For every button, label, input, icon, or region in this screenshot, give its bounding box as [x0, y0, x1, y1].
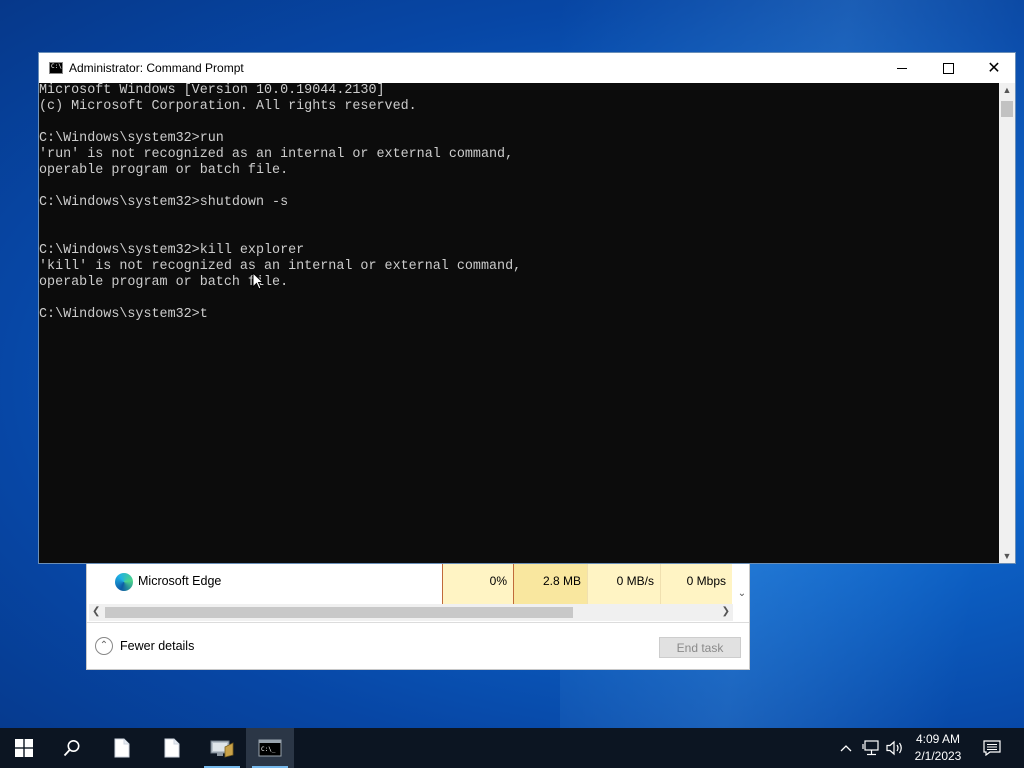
window-titlebar[interactable]: Administrator: Command Prompt ✕	[39, 53, 1015, 83]
close-button[interactable]: ✕	[971, 53, 1017, 83]
process-network: 0 Mbps	[660, 564, 732, 604]
process-memory: 2.8 MB	[514, 564, 587, 604]
command-prompt-icon: C:\_	[258, 739, 282, 757]
console-line: 'run' is not recognized as an internal o…	[39, 147, 514, 162]
process-cpu: 0%	[442, 564, 514, 604]
start-button[interactable]	[0, 728, 48, 768]
fewer-details-link[interactable]: Fewer details	[120, 639, 194, 653]
process-row-edge[interactable]: Microsoft Edge 0% 2.8 MB 0 MB/s 0 Mbps	[87, 564, 735, 604]
search-button[interactable]	[48, 728, 96, 768]
horizontal-scroll-thumb[interactable]	[105, 607, 573, 618]
console-line: 'kill' is not recognized as an internal …	[39, 259, 522, 274]
scroll-left-arrow-icon[interactable]: ❮	[92, 606, 100, 617]
taskbar-server-manager[interactable]	[198, 728, 246, 768]
scroll-down-arrow-icon[interactable]: ⌄	[735, 588, 749, 602]
file-icon	[164, 738, 180, 758]
mouse-cursor-icon	[252, 272, 264, 290]
window-title: Administrator: Command Prompt	[69, 61, 244, 75]
vertical-scrollbar[interactable]: ▲ ▼	[999, 83, 1015, 563]
search-icon	[63, 740, 80, 757]
clock-date: 2/1/2023	[914, 749, 962, 763]
taskbar-file-2[interactable]	[148, 728, 196, 768]
show-hidden-icons-button[interactable]	[836, 728, 856, 768]
console-line: C:\Windows\system32>shutdown -s	[39, 195, 289, 210]
scroll-down-arrow-icon[interactable]: ▼	[999, 551, 1015, 561]
close-icon: ✕	[987, 58, 1001, 77]
file-icon	[114, 738, 130, 758]
chevron-up-icon	[840, 745, 852, 752]
chevron-up-circle-icon[interactable]: ⌃	[95, 637, 113, 655]
minimize-icon	[897, 67, 907, 69]
maximize-icon	[942, 62, 954, 74]
taskbar: C:\_ 4:09 AM 2/1/2023	[0, 728, 1024, 768]
network-tray-button[interactable]	[860, 728, 882, 768]
windows-logo-icon	[15, 739, 33, 757]
console-line: C:\Windows\system32>kill explorer	[39, 243, 305, 258]
minimize-button[interactable]	[879, 53, 925, 83]
server-manager-icon	[210, 740, 234, 758]
vertical-scroll-thumb[interactable]	[1001, 101, 1013, 117]
console-line: C:\Windows\system32>run	[39, 131, 224, 146]
console-line: operable program or batch file.	[39, 163, 289, 178]
horizontal-scrollbar[interactable]: ❮ ❯	[89, 604, 733, 621]
console-prompt-line: C:\Windows\system32>t	[39, 307, 208, 322]
network-icon	[862, 740, 879, 756]
edge-icon	[115, 573, 133, 591]
cmd-app-icon	[49, 62, 63, 74]
console-line: operable program or batch file.	[39, 275, 289, 290]
notifications-icon	[983, 740, 1001, 756]
action-center-button[interactable]	[978, 728, 1006, 768]
taskbar-file-1[interactable]	[98, 728, 146, 768]
scroll-right-arrow-icon[interactable]: ❯	[722, 606, 730, 617]
svg-text:C:\_: C:\_	[261, 746, 276, 753]
clock-time: 4:09 AM	[915, 732, 961, 746]
taskbar-command-prompt[interactable]: C:\_	[246, 728, 294, 768]
task-manager-window: Microsoft Edge 0% 2.8 MB 0 MB/s 0 Mbps ⌄…	[86, 563, 750, 670]
command-prompt-window: Administrator: Command Prompt ✕ Microsof…	[38, 52, 1016, 564]
process-name: Microsoft Edge	[138, 574, 222, 588]
console-line: Microsoft Windows [Version 10.0.19044.21…	[39, 83, 385, 98]
console-line: (c) Microsoft Corporation. All rights re…	[39, 99, 417, 114]
task-manager-footer: ⌃ Fewer details End task	[87, 622, 749, 670]
console-output[interactable]: Microsoft Windows [Version 10.0.19044.21…	[39, 83, 999, 563]
end-task-button[interactable]: End task	[659, 637, 741, 658]
maximize-button[interactable]	[925, 53, 971, 83]
process-disk: 0 MB/s	[587, 564, 660, 604]
scroll-up-arrow-icon[interactable]: ▲	[999, 85, 1015, 95]
